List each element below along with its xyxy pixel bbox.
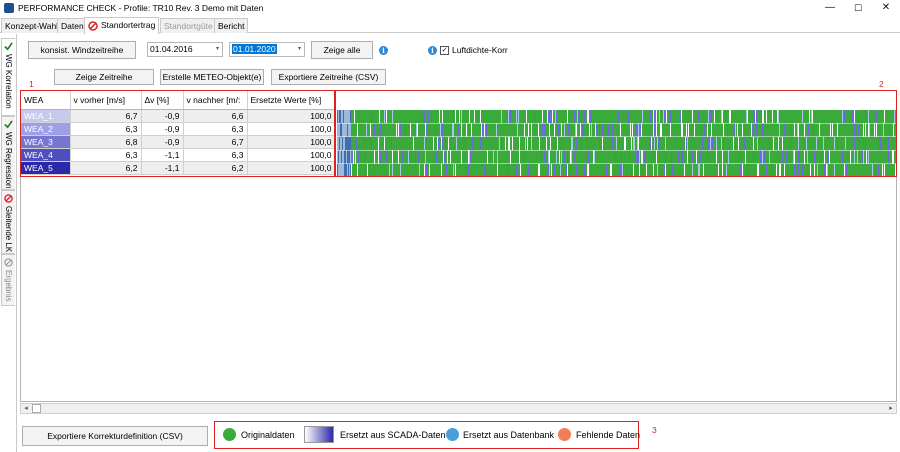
scroll-thumb[interactable] xyxy=(32,404,41,413)
scroll-left-arrow[interactable]: ◂ xyxy=(21,404,31,413)
original-data-icon xyxy=(223,428,236,441)
annotation-label-2: 2 xyxy=(879,79,884,89)
tab-standortguete[interactable]: Standortgüte xyxy=(160,18,217,33)
legend-label-database: Ersetzt aus Datenbank xyxy=(463,430,555,440)
side-tab-ergebnis[interactable]: Ergebnis xyxy=(1,254,15,306)
show-series-button[interactable]: Zeige Zeitreihe xyxy=(54,69,154,85)
konsist-windzeitreihe-button[interactable]: konsist. Windzeitreihe xyxy=(28,41,136,59)
tab-label: Standortertrag xyxy=(101,20,156,30)
check-icon xyxy=(4,42,13,51)
tab-label: Bericht xyxy=(218,21,245,31)
legend-label-scada: Ersetzt aus SCADA-Daten xyxy=(340,430,446,440)
maximize-button[interactable]: ☐ xyxy=(844,0,872,16)
air-density-checkbox[interactable]: ✓ xyxy=(440,46,449,55)
export-correction-button[interactable]: Exportiere Korrekturdefinition (CSV) xyxy=(22,426,208,446)
side-tab-label: Ergebnis xyxy=(4,270,13,302)
tab-label: Daten xyxy=(61,21,84,31)
tab-label: Konzept-Wahl xyxy=(5,21,59,31)
show-all-button[interactable]: Zeige alle xyxy=(311,41,373,59)
side-tab-gleitende-lk[interactable]: Gleitende LK xyxy=(1,190,15,254)
export-series-button[interactable]: Exportiere Zeitreihe (CSV) xyxy=(271,69,386,85)
side-tab-label: WG Regression xyxy=(4,132,13,189)
chevron-down-icon: ▾ xyxy=(297,46,301,52)
annotation-box-heatmap xyxy=(334,90,897,177)
horizontal-scrollbar[interactable]: ◂ ▸ xyxy=(20,403,897,414)
annotation-label-1: 1 xyxy=(29,79,34,89)
end-date-picker[interactable]: 01.01.2020 ▾ xyxy=(229,42,305,57)
side-tab-label: Gleitende LK xyxy=(4,206,13,253)
start-date-picker[interactable]: 01.04.2016 ▾ xyxy=(147,42,223,57)
tab-bericht[interactable]: Bericht xyxy=(214,18,249,33)
tab-label: Standortgüte xyxy=(164,21,213,31)
blocked-icon xyxy=(4,194,13,203)
database-data-icon xyxy=(446,428,459,441)
info-icon[interactable]: i xyxy=(428,46,437,55)
start-date-value: 01.04.2016 xyxy=(150,44,193,54)
check-icon xyxy=(4,120,13,129)
close-button[interactable]: ✕ xyxy=(872,0,900,16)
app-icon xyxy=(4,3,14,13)
tab-konzept-wahl[interactable]: Konzept-Wahl xyxy=(1,18,63,33)
window-title: PERFORMANCE CHECK - Profile: TR10 Rev. 3… xyxy=(18,3,264,13)
side-tab-label: WG Korrelation xyxy=(4,54,13,109)
annotation-label-3: 3 xyxy=(652,425,657,435)
legend-label-original: Originaldaten xyxy=(241,430,295,440)
legend-label-missing: Fehlende Daten xyxy=(576,430,641,440)
blocked-icon xyxy=(88,21,98,31)
missing-data-icon xyxy=(558,428,571,441)
minimize-button[interactable]: — xyxy=(816,0,844,16)
annotation-box-table xyxy=(20,90,336,177)
scada-gradient-swatch xyxy=(304,426,334,443)
end-date-value: 01.01.2020 xyxy=(232,44,277,54)
chevron-down-icon: ▾ xyxy=(215,46,219,52)
create-meteo-button[interactable]: Erstelle METEO-Objekt(e) xyxy=(160,69,264,85)
side-tab-bar: WG Korrelation WG Regression Gleitende L… xyxy=(0,34,16,306)
side-tab-wg-regression[interactable]: WG Regression xyxy=(1,116,15,190)
tab-standortertrag[interactable]: Standortertrag xyxy=(84,17,160,34)
info-icon[interactable]: i xyxy=(379,46,388,55)
disabled-icon xyxy=(4,258,13,267)
scroll-right-arrow[interactable]: ▸ xyxy=(886,404,896,413)
air-density-label: Luftdichte-Korr xyxy=(452,45,508,55)
title-bar: PERFORMANCE CHECK - Profile: TR10 Rev. 3… xyxy=(0,0,900,16)
side-tab-wg-korrelation[interactable]: WG Korrelation xyxy=(1,38,15,116)
